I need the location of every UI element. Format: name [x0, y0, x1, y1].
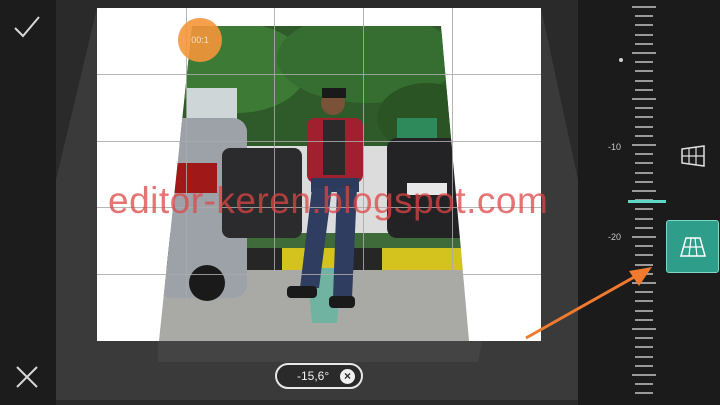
confirm-button[interactable]: [12, 12, 42, 42]
ruler-tick: [635, 24, 653, 26]
cancel-button[interactable]: [14, 364, 40, 390]
horizontal-perspective-button[interactable]: [668, 133, 718, 179]
ruler-tick: [635, 162, 653, 164]
ruler-tick: [635, 346, 653, 348]
ruler-tick: [635, 70, 653, 72]
ruler-tick: [635, 181, 653, 183]
ruler-tick: [635, 218, 653, 220]
ruler-tick: [635, 61, 653, 63]
ruler-tick: [635, 208, 653, 210]
ruler-tick: [635, 356, 653, 358]
angle-value-pill[interactable]: -15,6° ×: [275, 363, 363, 389]
horizontal-perspective-icon: [681, 145, 705, 167]
ruler-label-minus10: -10: [608, 142, 622, 152]
ruler-tick: [632, 236, 656, 238]
ruler-label-minus20: -20: [608, 232, 622, 242]
ruler-zero-dot: [619, 58, 623, 62]
watermark-text: editor-keren.blogspot.com: [108, 180, 549, 221]
photo-image: [159, 26, 469, 341]
ruler-tick: [635, 153, 653, 155]
ruler-tick: [635, 80, 653, 82]
ruler-tick: [635, 89, 653, 91]
photo-frame[interactable]: [97, 8, 541, 341]
grid-line: [274, 8, 275, 341]
ruler-tick: [635, 245, 653, 247]
ruler-tick: [635, 43, 653, 45]
ruler-tick: [635, 107, 653, 109]
ruler-current-indicator: [628, 200, 666, 203]
ruler-tick: [635, 34, 653, 36]
grid-line: [97, 274, 541, 275]
close-icon: [16, 366, 38, 388]
vertical-perspective-icon: [679, 236, 706, 257]
ruler-tick: [635, 383, 653, 385]
arrow-annotation: [525, 267, 652, 340]
vertical-perspective-button[interactable]: [666, 220, 719, 273]
ruler-tick: [632, 98, 656, 100]
ruler-tick: [635, 392, 653, 394]
ruler-tick: [635, 126, 653, 128]
ruler-tick: [632, 6, 656, 8]
grid-line: [97, 74, 541, 75]
ruler-tick: [632, 52, 656, 54]
ruler-tick: [632, 374, 656, 376]
ruler-tick: [632, 190, 656, 192]
ruler-tick: [635, 116, 653, 118]
angle-value: -15,6°: [297, 369, 330, 383]
ruler-tick: [635, 254, 653, 256]
ruler-tick: [635, 227, 653, 229]
ruler-tick: [635, 135, 653, 137]
ruler-tick: [632, 144, 656, 146]
handle-label: 00:1: [191, 35, 209, 45]
checkmark-icon: [14, 16, 40, 38]
ruler-tick: [635, 15, 653, 17]
ruler-tick: [635, 172, 653, 174]
ruler-tick: [635, 365, 653, 367]
grid-line: [363, 8, 364, 341]
drag-handle[interactable]: 00:1: [178, 18, 222, 62]
grid-line: [97, 141, 541, 142]
grid-line: [452, 8, 453, 341]
clear-icon[interactable]: ×: [340, 368, 355, 384]
